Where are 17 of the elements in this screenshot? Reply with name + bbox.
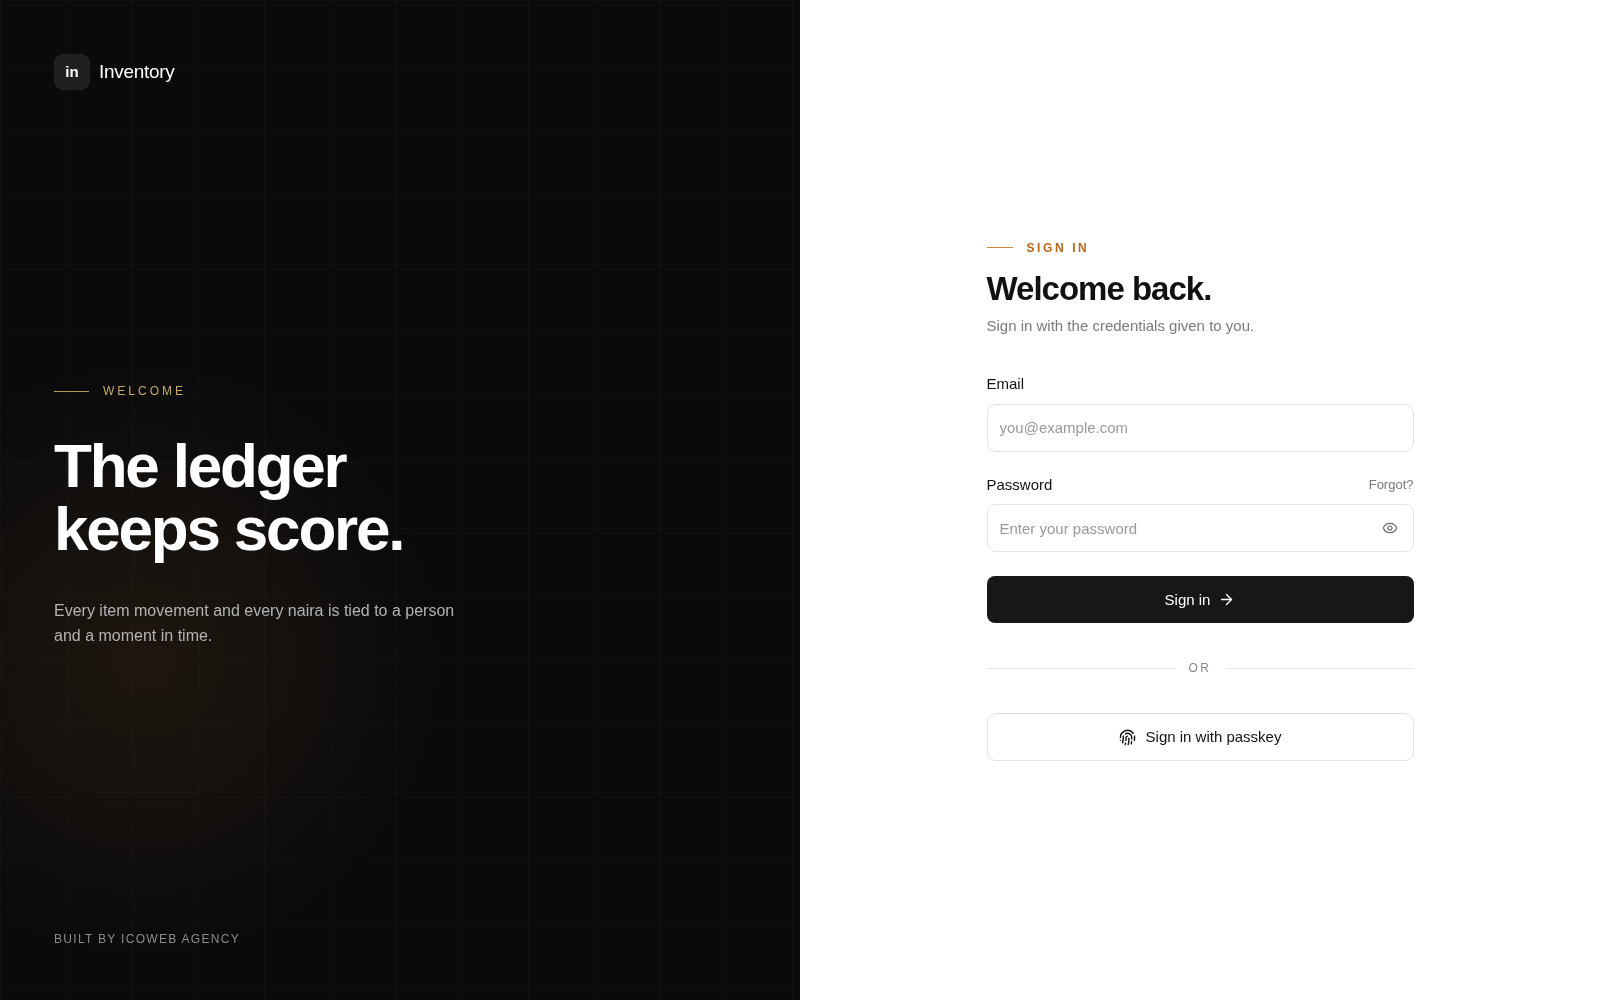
logo-mark: in (54, 54, 90, 90)
forgot-password-link[interactable]: Forgot? (1368, 475, 1414, 495)
field-label: Email (986, 374, 1024, 395)
divider-label: OR (1188, 660, 1212, 678)
eyebrow-text: SIGN IN (1026, 239, 1090, 257)
form-title: Welcome back. (986, 268, 1212, 309)
form-subtitle: Sign in with the credentials given to you. (986, 315, 1255, 336)
sign-in-button[interactable]: Sign in (986, 576, 1414, 624)
hero-description: Every item movement and every naira is tied to a person and a moment in time. (54, 601, 456, 646)
field-label: Password (986, 474, 1053, 495)
input-field[interactable]: you@example.com (986, 403, 1414, 452)
brand-name: Inventory (99, 59, 175, 84)
fingerprint-icon (1118, 728, 1136, 746)
input-field[interactable]: Enter your password (986, 504, 1414, 553)
passkey-button[interactable]: Sign in with passkey (986, 713, 1414, 762)
footer-credit: BUILT BY ICOWEB AGENCY (54, 931, 240, 948)
eyebrow-text: WELCOME (103, 383, 186, 400)
